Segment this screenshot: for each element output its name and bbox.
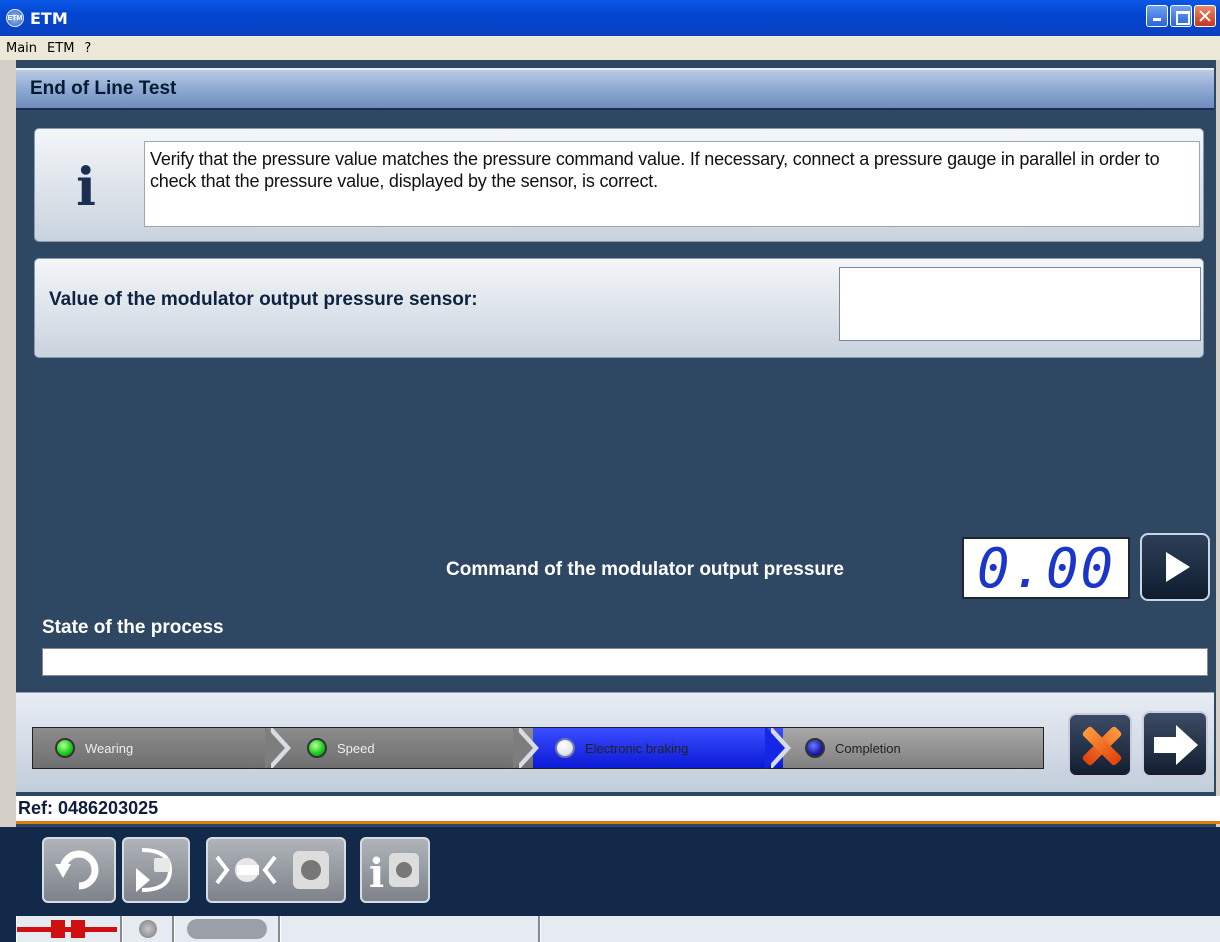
- bottom-toolbar: i: [0, 827, 1220, 942]
- steps-area: Wearing Speed Electronic braking Complet…: [16, 692, 1214, 792]
- step-completion: Completion: [783, 728, 1043, 768]
- ecu-info-icon: i: [369, 850, 419, 895]
- cancel-button[interactable]: [1068, 713, 1132, 777]
- step-progress: Wearing Speed Electronic braking Complet…: [32, 727, 1044, 769]
- status-cell: [280, 916, 540, 942]
- command-display: 0.00: [962, 537, 1130, 600]
- connect-icon: [136, 848, 173, 892]
- page-header: End of Line Test: [16, 68, 1214, 110]
- chevron-icon: [265, 728, 285, 768]
- step-speed: Speed: [285, 728, 533, 768]
- app-icon: ETM: [6, 9, 24, 27]
- status-dot-icon: [55, 738, 75, 758]
- ecu-info-button[interactable]: i: [360, 837, 430, 903]
- status-dot-icon: [805, 738, 825, 758]
- sensor-label: Value of the modulator output pressure s…: [49, 289, 478, 310]
- ecu-link-button[interactable]: [206, 837, 346, 903]
- instruction-text: Verify that the pressure value matches t…: [144, 141, 1200, 227]
- menu-item-main[interactable]: Main: [6, 41, 37, 56]
- menu-bar: Main ETM ?: [0, 36, 1220, 60]
- next-button[interactable]: [1142, 711, 1208, 777]
- step-label: Wearing: [85, 740, 134, 756]
- usb-icon: [174, 916, 280, 942]
- step-electronic-braking: Electronic braking: [533, 728, 783, 768]
- status-dot-icon: [555, 738, 575, 758]
- svg-text:i: i: [369, 850, 384, 895]
- undo-icon: [55, 850, 99, 890]
- process-progress-bar: [42, 648, 1208, 676]
- sensor-panel: Value of the modulator output pressure s…: [34, 258, 1204, 358]
- menu-item-etm[interactable]: ETM: [47, 41, 74, 56]
- status-cell: [540, 916, 1220, 942]
- step-label: Electronic braking: [585, 740, 689, 756]
- maximize-button[interactable]: [1170, 5, 1192, 27]
- main-frame: End of Line Test i Verify that the press…: [0, 60, 1220, 942]
- info-panel: i Verify that the pressure value matches…: [34, 128, 1204, 242]
- sensor-value-field: [839, 267, 1201, 341]
- ref-bar: Ref: 0486203025: [16, 796, 1220, 824]
- window-controls: [1146, 5, 1216, 27]
- command-label: Command of the modulator output pressure: [446, 559, 844, 580]
- plug-connected-icon: [16, 916, 122, 942]
- process-state-label: State of the process: [42, 617, 224, 638]
- play-icon[interactable]: [1140, 533, 1210, 601]
- step-label: Speed: [337, 740, 375, 756]
- step-label: Completion: [835, 740, 901, 756]
- ecu-link-icon: [215, 851, 329, 889]
- menu-item-help[interactable]: ?: [84, 41, 91, 56]
- page-title: End of Line Test: [30, 78, 177, 99]
- content-area: i Verify that the pressure value matches…: [16, 112, 1214, 752]
- close-button[interactable]: [1194, 5, 1216, 27]
- status-dot-icon: [307, 738, 327, 758]
- led-icon: [122, 916, 174, 942]
- undo-button[interactable]: [42, 837, 116, 903]
- minimize-button[interactable]: [1146, 5, 1168, 27]
- window-title: ETM: [30, 8, 68, 28]
- chevron-icon: [513, 728, 533, 768]
- title-bar: ETM ETM: [0, 0, 1220, 36]
- status-bar: [16, 916, 1220, 942]
- info-icon: i: [76, 156, 96, 218]
- step-wearing: Wearing: [33, 728, 285, 768]
- chevron-icon: [765, 728, 785, 768]
- arrow-right-icon: [1154, 725, 1198, 765]
- connect-button[interactable]: [122, 837, 190, 903]
